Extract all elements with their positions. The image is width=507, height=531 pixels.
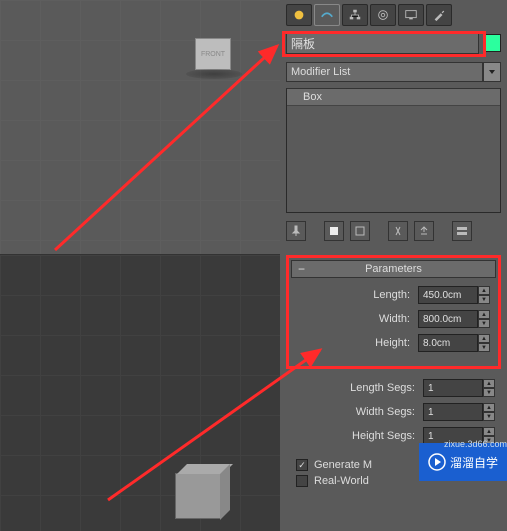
create-tab[interactable] bbox=[286, 4, 312, 26]
width-input[interactable] bbox=[418, 310, 478, 328]
width-segs-row: Width Segs: ▲▼ bbox=[292, 403, 495, 421]
panel-tab-row bbox=[280, 0, 507, 30]
modify-tab[interactable] bbox=[314, 4, 340, 26]
generate-mapping-label: Generate M bbox=[314, 459, 372, 471]
watermark-badge: 溜溜自学 zixue.3d66.com bbox=[419, 443, 507, 481]
utilities-tab[interactable] bbox=[426, 4, 452, 26]
modifier-list-row: Modifier List bbox=[280, 60, 507, 84]
height-down[interactable]: ▼ bbox=[478, 343, 490, 352]
generate-mapping-checkbox[interactable] bbox=[296, 459, 308, 471]
watermark-text: 溜溜自学 bbox=[450, 454, 498, 471]
width-spinner[interactable]: ▲▼ bbox=[418, 310, 490, 328]
scene-object-box[interactable] bbox=[175, 473, 221, 519]
viewport-grid bbox=[0, 0, 280, 254]
modifier-stack[interactable]: Box bbox=[286, 88, 501, 213]
viewport-cube-widget[interactable]: FRONT bbox=[195, 38, 231, 70]
height-spinner[interactable]: ▲▼ bbox=[418, 334, 490, 352]
remove-modifier-button[interactable] bbox=[388, 221, 408, 241]
viewport-front[interactable]: FRONT bbox=[0, 0, 280, 255]
rollup-collapse-icon[interactable]: − bbox=[298, 262, 305, 276]
length-spinner[interactable]: ▲▼ bbox=[418, 286, 490, 304]
wsegs-down[interactable]: ▼ bbox=[483, 412, 495, 421]
length-down[interactable]: ▼ bbox=[478, 295, 490, 304]
lsegs-up[interactable]: ▲ bbox=[483, 379, 495, 388]
hsegs-up[interactable]: ▲ bbox=[483, 427, 495, 436]
modifier-stack-item[interactable]: Box bbox=[287, 89, 500, 106]
length-segs-label: Length Segs: bbox=[292, 382, 419, 394]
width-segs-spinner[interactable]: ▲▼ bbox=[423, 403, 495, 421]
real-world-label: Real-World bbox=[314, 475, 369, 487]
length-segs-row: Length Segs: ▲▼ bbox=[292, 379, 495, 397]
length-row: Length: ▲▼ bbox=[297, 286, 490, 304]
make-unique-button[interactable] bbox=[350, 221, 370, 241]
object-color-swatch[interactable] bbox=[483, 34, 501, 52]
height-input[interactable] bbox=[418, 334, 478, 352]
width-up[interactable]: ▲ bbox=[478, 310, 490, 319]
parameters-header[interactable]: − Parameters bbox=[291, 260, 496, 278]
length-up[interactable]: ▲ bbox=[478, 286, 490, 295]
height-segs-label: Height Segs: bbox=[292, 430, 419, 442]
viewport-cube-label: FRONT bbox=[201, 51, 225, 58]
stack-toolbar bbox=[280, 213, 507, 249]
length-segs-input[interactable] bbox=[423, 379, 483, 397]
display-tab[interactable] bbox=[398, 4, 424, 26]
height-label: Height: bbox=[297, 337, 414, 349]
height-row: Height: ▲▼ bbox=[297, 334, 490, 352]
watermark-url: zixue.3d66.com bbox=[444, 439, 507, 449]
width-segs-label: Width Segs: bbox=[292, 406, 419, 418]
viewport-area: FRONT bbox=[0, 0, 280, 531]
motion-tab[interactable] bbox=[370, 4, 396, 26]
object-name-row bbox=[280, 30, 507, 60]
viewport-perspective[interactable] bbox=[0, 255, 280, 531]
cube-shadow bbox=[186, 69, 242, 79]
real-world-checkbox[interactable] bbox=[296, 475, 308, 487]
remove-modifier-button-2[interactable] bbox=[414, 221, 434, 241]
length-label: Length: bbox=[297, 289, 414, 301]
lsegs-down[interactable]: ▼ bbox=[483, 388, 495, 397]
hierarchy-tab[interactable] bbox=[342, 4, 368, 26]
length-input[interactable] bbox=[418, 286, 478, 304]
parameters-highlight-box: − Parameters Length: ▲▼ Width: ▲▼ bbox=[286, 255, 501, 369]
wsegs-up[interactable]: ▲ bbox=[483, 403, 495, 412]
length-segs-spinner[interactable]: ▲▼ bbox=[423, 379, 495, 397]
modifier-dropdown-button[interactable] bbox=[483, 62, 501, 82]
modifier-list-dropdown[interactable]: Modifier List bbox=[286, 62, 483, 82]
width-down[interactable]: ▼ bbox=[478, 319, 490, 328]
parameters-title: Parameters bbox=[365, 263, 422, 275]
pin-stack-button[interactable] bbox=[286, 221, 306, 241]
viewport-grid-persp bbox=[0, 255, 280, 531]
configure-sets-button[interactable] bbox=[452, 221, 472, 241]
object-name-input[interactable] bbox=[286, 32, 479, 54]
width-row: Width: ▲▼ bbox=[297, 310, 490, 328]
width-segs-input[interactable] bbox=[423, 403, 483, 421]
width-label: Width: bbox=[297, 313, 414, 325]
show-end-result-button[interactable] bbox=[324, 221, 344, 241]
height-up[interactable]: ▲ bbox=[478, 334, 490, 343]
watermark-play-icon bbox=[428, 453, 446, 471]
